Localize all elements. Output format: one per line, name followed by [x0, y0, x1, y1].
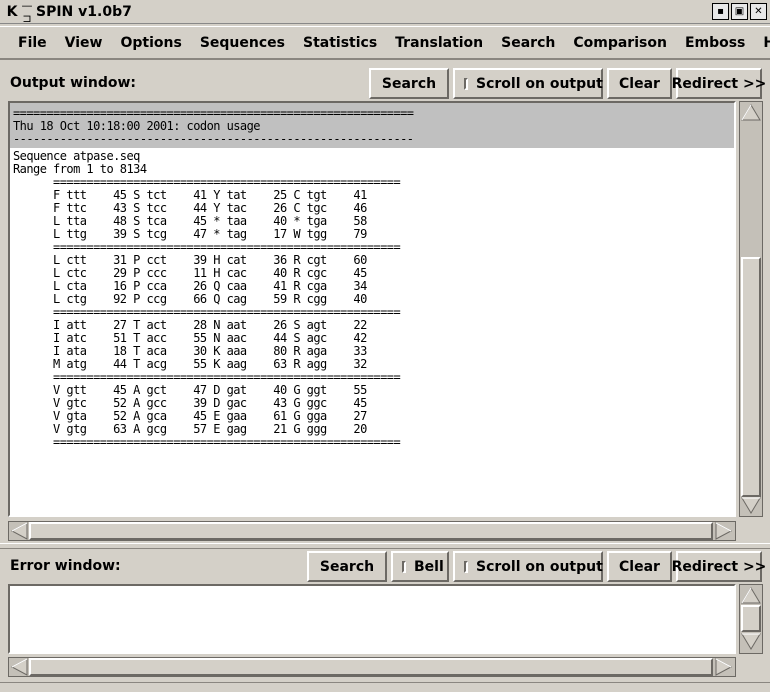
- scroll-left-arrow-icon[interactable]: [11, 522, 29, 540]
- bell-toggle[interactable]: Bell: [391, 551, 449, 582]
- scroll-checkbox-icon: [464, 77, 468, 90]
- error-clear-button[interactable]: Clear: [607, 551, 672, 582]
- error-scroll-checkbox-icon: [464, 560, 468, 573]
- output-search-button[interactable]: Search: [369, 68, 449, 99]
- output-scroll-label: Scroll on output: [476, 75, 603, 92]
- error-search-button[interactable]: Search: [307, 551, 387, 582]
- error-horizontal-scrollbar[interactable]: [8, 657, 736, 677]
- error-text-area[interactable]: [8, 584, 736, 654]
- output-redirect-button[interactable]: Redirect >>: [672, 68, 766, 99]
- output-header: ========================================…: [10, 103, 734, 148]
- output-scroll-thumb[interactable]: [741, 257, 761, 497]
- error-scroll-thumb[interactable]: [741, 605, 761, 632]
- error-hscroll-thumb[interactable]: [29, 658, 713, 676]
- error-scroll-up-arrow-icon[interactable]: [741, 586, 761, 604]
- menu-emboss[interactable]: Emboss: [676, 26, 754, 60]
- error-vertical-scrollbar[interactable]: [739, 584, 763, 654]
- menu-search[interactable]: Search: [492, 26, 564, 60]
- close-button[interactable]: ✕: [750, 3, 767, 20]
- output-text-area[interactable]: ========================================…: [8, 101, 736, 517]
- scroll-down-arrow-icon[interactable]: [741, 497, 761, 515]
- app-logo-icon: K: [6, 3, 18, 20]
- output-horizontal-scrollbar[interactable]: [8, 521, 736, 541]
- output-hscroll-thumb[interactable]: [29, 522, 713, 540]
- error-scroll-toggle[interactable]: Scroll on output: [453, 551, 603, 582]
- bell-label: Bell: [414, 558, 444, 575]
- window-controls: ▪ ▣ ✕: [712, 3, 767, 20]
- maximize-button[interactable]: ▣: [731, 3, 748, 20]
- menu-statistics[interactable]: Statistics: [294, 26, 386, 60]
- output-vertical-scrollbar[interactable]: [739, 101, 763, 517]
- pin-icon[interactable]: —⊐: [20, 0, 34, 25]
- error-scroll-left-arrow-icon[interactable]: [11, 658, 29, 676]
- output-codon-table: Sequence atpase.seq Range from 1 to 8134…: [13, 149, 401, 449]
- menu-bar: File View Options Sequences Statistics T…: [0, 26, 770, 60]
- error-window-label: Error window:: [10, 558, 121, 574]
- bell-checkbox-icon: [402, 560, 406, 573]
- output-toolbar: Output window: Search Scroll on output C…: [0, 64, 770, 102]
- title-bar: K —⊐ SPIN v1.0b7 ▪ ▣ ✕: [0, 0, 770, 25]
- scroll-up-arrow-icon[interactable]: [741, 103, 761, 121]
- menu-file[interactable]: File: [0, 26, 56, 60]
- menu-comparison[interactable]: Comparison: [564, 26, 676, 60]
- error-toolbar: Error window: Search Bell Scroll on outp…: [0, 547, 770, 585]
- menu-help[interactable]: Help: [754, 26, 770, 60]
- menu-sequences[interactable]: Sequences: [191, 26, 294, 60]
- error-scroll-down-arrow-icon[interactable]: [741, 633, 761, 651]
- error-scroll-right-arrow-icon[interactable]: [715, 658, 733, 676]
- output-clear-button[interactable]: Clear: [607, 68, 672, 99]
- error-scroll-label: Scroll on output: [476, 558, 603, 575]
- scroll-right-arrow-icon[interactable]: [715, 522, 733, 540]
- output-window-label: Output window:: [10, 75, 136, 91]
- menu-options[interactable]: Options: [111, 26, 190, 60]
- window-title: SPIN v1.0b7: [36, 3, 132, 20]
- minimize-button[interactable]: ▪: [712, 3, 729, 20]
- menu-view[interactable]: View: [56, 26, 112, 60]
- error-redirect-button[interactable]: Redirect >>: [672, 551, 766, 582]
- status-bar: [0, 682, 770, 692]
- menu-translation[interactable]: Translation: [386, 26, 492, 60]
- output-scroll-toggle[interactable]: Scroll on output: [453, 68, 603, 99]
